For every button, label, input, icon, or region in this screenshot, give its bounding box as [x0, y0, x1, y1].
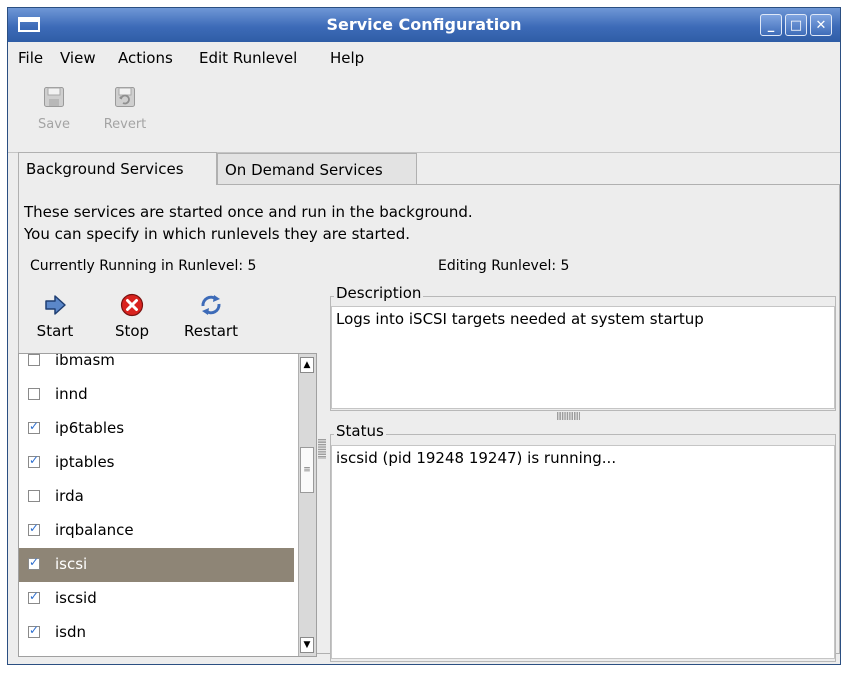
service-checkbox[interactable] — [28, 623, 40, 638]
scrollbar-thumb[interactable]: ≡ — [300, 447, 314, 493]
list-item[interactable]: iptables — [19, 446, 294, 480]
start-button[interactable]: Start — [30, 293, 80, 340]
title-bar[interactable]: Service Configuration _ □ ✕ — [8, 8, 840, 42]
service-name: isdn — [55, 623, 87, 641]
current-runlevel-label: Currently Running in Runlevel: 5 — [30, 258, 257, 274]
list-item[interactable]: ibmasm — [19, 353, 294, 378]
service-configuration-window: Service Configuration _ □ ✕ File View Ac… — [7, 7, 841, 665]
stop-label: Stop — [114, 322, 150, 340]
maximize-button[interactable]: □ — [785, 14, 807, 36]
menu-edit-runlevel[interactable]: Edit Runlevel — [199, 49, 297, 67]
menu-file[interactable]: File — [18, 49, 43, 67]
save-icon — [43, 86, 65, 108]
service-checkbox[interactable] — [28, 555, 40, 570]
status-text: iscsid (pid 19248 19247) is running... — [331, 445, 835, 659]
list-item[interactable]: irqbalance — [19, 514, 294, 548]
toolbar: Save Revert — [8, 72, 840, 153]
services-scrollbar[interactable]: ▲ ≡ ▼ — [298, 354, 316, 656]
scroll-up-arrow-icon[interactable]: ▲ — [300, 357, 314, 373]
menu-view[interactable]: View — [60, 49, 96, 67]
info-line-1: These services are started once and run … — [24, 203, 473, 221]
service-name: innd — [55, 385, 88, 403]
service-checkbox[interactable] — [28, 589, 40, 604]
editing-runlevel-label: Editing Runlevel: 5 — [438, 258, 570, 274]
service-checkbox[interactable] — [28, 354, 40, 366]
stop-icon — [119, 293, 145, 317]
save-button[interactable]: Save — [26, 86, 82, 132]
list-item[interactable]: isdn — [19, 616, 294, 650]
list-item[interactable]: iscsid — [19, 582, 294, 616]
description-text: Logs into iSCSI targets needed at system… — [331, 306, 835, 409]
pane-resize-grip[interactable]: |||||||||||| — [318, 438, 326, 498]
restart-icon — [198, 293, 224, 317]
list-item[interactable]: ip6tables — [19, 412, 294, 446]
service-name: iscsi — [55, 555, 88, 573]
service-name: ibmasm — [55, 353, 115, 369]
scroll-down-arrow-icon[interactable]: ▼ — [300, 637, 314, 653]
restart-label: Restart — [184, 322, 238, 340]
service-name: ip6tables — [55, 419, 125, 437]
minimize-button[interactable]: _ — [760, 14, 782, 36]
service-checkbox[interactable] — [28, 490, 40, 502]
status-label: Status — [334, 422, 386, 440]
start-arrow-icon — [42, 293, 68, 317]
menu-help[interactable]: Help — [330, 49, 364, 67]
list-item[interactable]: irda — [19, 480, 294, 514]
list-item[interactable]: innd — [19, 378, 294, 412]
service-checkbox[interactable] — [28, 521, 40, 536]
service-checkbox[interactable] — [28, 453, 40, 468]
service-checkbox[interactable] — [28, 419, 40, 434]
tab-label: Background Services — [26, 160, 184, 178]
revert-button[interactable]: Revert — [92, 86, 158, 132]
tab-on-demand-services[interactable]: On Demand Services — [217, 153, 417, 184]
service-name: iptables — [55, 453, 115, 471]
restart-button[interactable]: Restart — [178, 293, 244, 340]
list-item-selected[interactable]: iscsi — [19, 548, 294, 582]
service-name: irda — [55, 487, 84, 505]
description-label: Description — [334, 284, 424, 302]
services-list[interactable]: ibmasm innd ip6tables iptables irda irqb… — [18, 353, 317, 657]
stop-button[interactable]: Stop — [108, 293, 156, 340]
revert-label: Revert — [103, 117, 147, 132]
close-button[interactable]: ✕ — [810, 14, 832, 36]
tab-background-services[interactable]: Background Services — [18, 152, 217, 185]
tab-label: On Demand Services — [225, 161, 383, 179]
window-title: Service Configuration — [326, 15, 522, 34]
service-checkbox[interactable] — [28, 388, 40, 400]
start-label: Start — [36, 322, 74, 340]
revert-icon — [114, 86, 136, 108]
menu-actions[interactable]: Actions — [118, 49, 173, 67]
info-line-2: You can specify in which runlevels they … — [24, 225, 411, 243]
menu-bar: File View Actions Edit Runlevel Help — [8, 43, 840, 71]
save-label: Save — [38, 117, 70, 132]
service-name: irqbalance — [55, 521, 134, 539]
description-status-splitter-grip[interactable]: |||||||||||||| — [556, 411, 581, 420]
service-name: iscsid — [55, 589, 97, 607]
